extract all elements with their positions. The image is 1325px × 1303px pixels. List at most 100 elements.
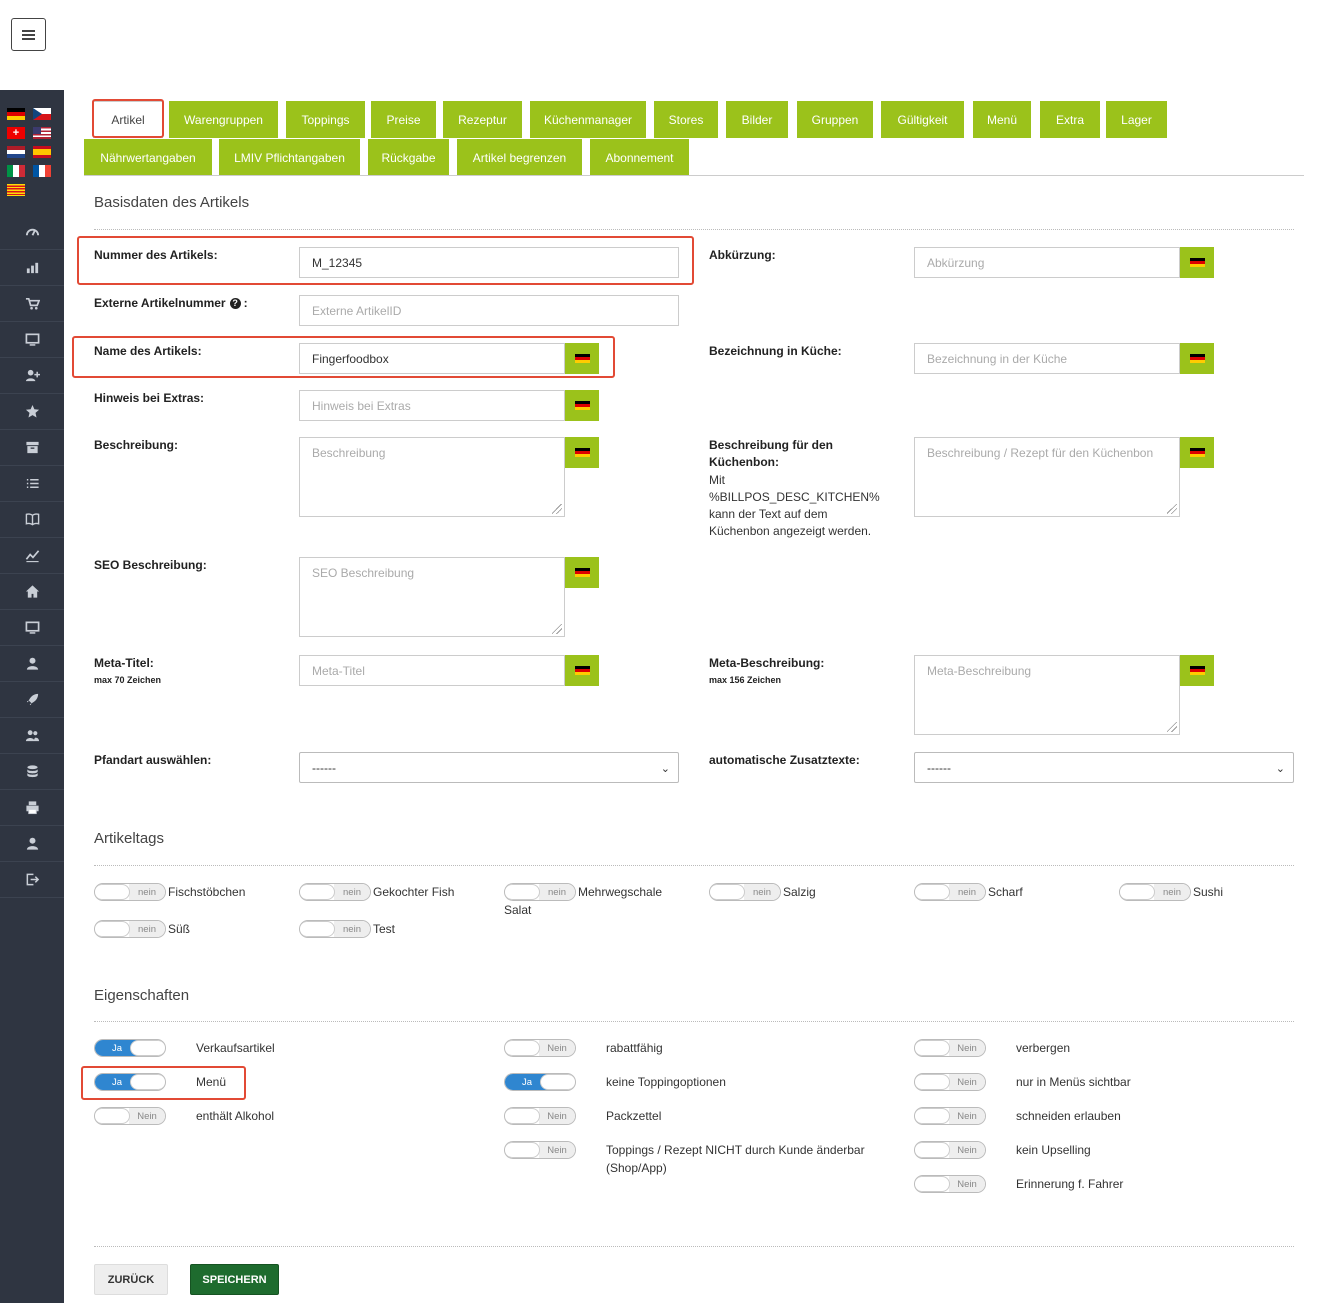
sidebar-item-chart[interactable] <box>0 250 64 286</box>
flag-it-icon[interactable] <box>7 165 25 177</box>
meta-beschreibung-textarea[interactable]: Meta-Beschreibung <box>914 655 1180 735</box>
tab-extra[interactable]: Extra <box>1040 101 1100 138</box>
extern-input[interactable]: Externe ArtikelID <box>299 295 679 326</box>
hinweis-input[interactable]: Hinweis bei Extras <box>299 390 565 421</box>
sidebar-item-list[interactable] <box>0 466 64 502</box>
tab-artikel-begrenzen[interactable]: Artikel begrenzen <box>457 139 582 176</box>
tab-bilder[interactable]: Bilder <box>726 101 788 138</box>
toggle-state: Nein <box>539 1142 575 1158</box>
tab-warengruppen[interactable]: Warengruppen <box>169 101 278 138</box>
sidebar-item-rocket[interactable] <box>0 682 64 718</box>
flag-de-icon <box>574 568 590 577</box>
tab-lmiv-pflichtangaben[interactable]: LMIV Pflichtangaben <box>219 139 360 176</box>
translate-de-flag-button[interactable] <box>565 390 599 421</box>
toggle-switch[interactable]: nein <box>299 920 371 938</box>
zusatztexte-select[interactable]: ------ ⌄ <box>914 752 1294 783</box>
translate-de-flag-button[interactable] <box>1180 655 1214 686</box>
translate-de-flag-button[interactable] <box>565 437 599 468</box>
flag-fr-icon[interactable] <box>33 165 51 177</box>
tab-rezeptur[interactable]: Rezeptur <box>443 101 522 138</box>
tab-toppings[interactable]: Toppings <box>286 101 365 138</box>
sidebar-item-archive[interactable] <box>0 430 64 466</box>
toggle-switch[interactable]: Nein <box>504 1141 576 1159</box>
toggle-switch[interactable]: Ja <box>504 1073 576 1091</box>
resize-grip-icon[interactable] <box>1167 722 1177 732</box>
toggle-state: nein <box>949 884 985 900</box>
translate-de-flag-button[interactable] <box>1180 247 1214 278</box>
help-icon[interactable]: ? <box>229 298 241 310</box>
resize-grip-icon[interactable] <box>552 624 562 634</box>
tab-lager[interactable]: Lager <box>1106 101 1167 138</box>
meta-titel-input[interactable]: Meta-Titel <box>299 655 565 686</box>
sidebar-item-add-user[interactable] <box>0 358 64 394</box>
sidebar-item-book[interactable] <box>0 502 64 538</box>
tab-rückgabe[interactable]: Rückgabe <box>368 139 449 176</box>
toggle-switch[interactable]: nein <box>914 883 986 901</box>
cart-icon <box>25 297 40 310</box>
translate-de-flag-button[interactable] <box>1180 437 1214 468</box>
tab-gültigkeit[interactable]: Gültigkeit <box>881 101 964 138</box>
resize-grip-icon[interactable] <box>552 504 562 514</box>
flag-nl-icon[interactable] <box>7 146 25 158</box>
toggle-switch[interactable]: nein <box>709 883 781 901</box>
toggle-switch[interactable]: nein <box>1119 883 1191 901</box>
back-button[interactable]: ZURÜCK <box>94 1264 168 1295</box>
sidebar-item-database[interactable] <box>0 754 64 790</box>
flag-es-icon[interactable] <box>33 146 51 158</box>
sidebar-item-dashboard[interactable] <box>0 214 64 250</box>
sidebar-item-screen[interactable] <box>0 610 64 646</box>
sidebar-item-trend[interactable] <box>0 538 64 574</box>
translate-de-flag-button[interactable] <box>1180 343 1214 374</box>
pfand-select[interactable]: ------ ⌄ <box>299 752 679 783</box>
sidebar-item-logout[interactable] <box>0 862 64 898</box>
toggle-switch[interactable]: Nein <box>94 1107 166 1125</box>
toggle-switch[interactable]: Ja <box>94 1039 166 1057</box>
sidebar-item-home[interactable] <box>0 574 64 610</box>
sidebar-item-cart[interactable] <box>0 286 64 322</box>
sidebar-item-users[interactable] <box>0 718 64 754</box>
toggle-switch[interactable]: nein <box>94 920 166 938</box>
sidebar-item-star[interactable] <box>0 394 64 430</box>
tab-küchenmanager[interactable]: Küchenmanager <box>530 101 646 138</box>
property-label: enthält Alkohol <box>196 1109 275 1123</box>
sidebar-item-printer[interactable] <box>0 790 64 826</box>
toggle-switch[interactable]: Nein <box>914 1175 986 1193</box>
flag-de-icon[interactable] <box>7 108 25 120</box>
rocket-icon <box>26 693 38 706</box>
seo-textarea[interactable]: SEO Beschreibung <box>299 557 565 637</box>
tab-stores[interactable]: Stores <box>654 101 718 138</box>
flag-de-icon <box>574 448 590 457</box>
flag-catalonia-icon[interactable] <box>7 184 25 196</box>
sidebar-item-user[interactable] <box>0 646 64 682</box>
toggle-switch[interactable]: Nein <box>914 1141 986 1159</box>
toggle-switch[interactable]: Nein <box>914 1039 986 1057</box>
toggle-switch[interactable]: nein <box>94 883 166 901</box>
label-extern-colon: : <box>243 296 248 310</box>
toggle-switch[interactable]: Nein <box>914 1107 986 1125</box>
kuechenbon-textarea[interactable]: Beschreibung / Rezept für den Küchenbon <box>914 437 1180 517</box>
toggle-knob <box>505 1108 540 1124</box>
beschreibung-textarea[interactable]: Beschreibung <box>299 437 565 517</box>
hamburger-icon[interactable] <box>11 18 46 51</box>
flag-cz-icon[interactable] <box>33 108 51 120</box>
toggle-switch[interactable]: Nein <box>914 1073 986 1091</box>
tab-menü[interactable]: Menü <box>973 101 1031 138</box>
translate-de-flag-button[interactable] <box>565 557 599 588</box>
flag-ch-icon[interactable]: + <box>7 127 25 139</box>
tab-nährwertangaben[interactable]: Nährwertangaben <box>84 139 212 176</box>
resize-grip-icon[interactable] <box>1167 504 1177 514</box>
flag-us-icon[interactable] <box>33 127 51 139</box>
abkuerzung-input[interactable]: Abkürzung <box>914 247 1180 278</box>
save-button[interactable]: SPEICHERN <box>190 1264 279 1295</box>
sidebar-item-person[interactable] <box>0 826 64 862</box>
tab-abonnement[interactable]: Abonnement <box>590 139 689 176</box>
toggle-switch[interactable]: Nein <box>504 1039 576 1057</box>
tab-preise[interactable]: Preise <box>371 101 436 138</box>
toggle-state: nein <box>334 921 370 937</box>
translate-de-flag-button[interactable] <box>565 655 599 686</box>
toggle-switch[interactable]: nein <box>299 883 371 901</box>
tab-gruppen[interactable]: Gruppen <box>797 101 873 138</box>
kueche-input[interactable]: Bezeichnung in der Küche <box>914 343 1180 374</box>
toggle-switch[interactable]: Nein <box>504 1107 576 1125</box>
sidebar-item-monitor[interactable] <box>0 322 64 358</box>
